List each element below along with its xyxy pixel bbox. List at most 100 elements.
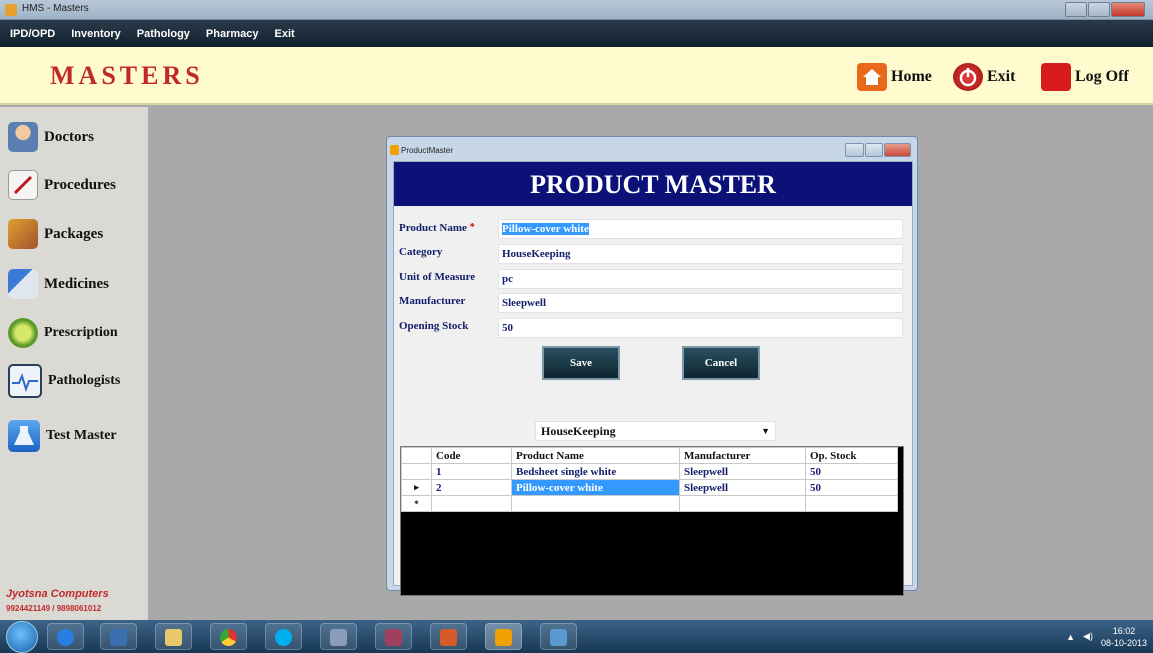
unit-label: Unit of Measure xyxy=(399,271,476,283)
dialog-title: ProductMaster xyxy=(401,146,454,155)
home-label: Home xyxy=(891,68,932,85)
exit-label: Exit xyxy=(987,68,1016,85)
clock-date: 08-10-2013 xyxy=(1100,637,1147,648)
manufacturer-input[interactable]: Sleepwell xyxy=(498,293,903,313)
sidebar-item-label: Prescription xyxy=(44,325,118,340)
product-name-label-text: Product Name xyxy=(399,222,467,234)
product-name-input[interactable]: Pillow-cover white xyxy=(498,219,903,239)
sidebar-item-prescription[interactable]: Prescription xyxy=(8,318,118,348)
start-button[interactable] xyxy=(6,621,38,653)
table-new-row[interactable]: * xyxy=(401,495,898,512)
product-master-dialog: ProductMaster PRODUCT MASTER Product Nam… xyxy=(386,136,918,596)
menu-ipd-opd[interactable]: IPD/OPD xyxy=(10,28,55,40)
cell-product-name[interactable] xyxy=(511,495,680,512)
flask-icon xyxy=(8,420,40,452)
footer-company: Jyotsna Computers xyxy=(6,588,109,600)
logoff-button[interactable]: Log Off xyxy=(1041,61,1129,93)
sidebar-item-label: Pathologists xyxy=(48,373,121,388)
sidebar-item-label: Packages xyxy=(44,225,104,242)
sidebar-item-procedures[interactable]: Procedures xyxy=(8,170,116,200)
cancel-button[interactable]: Cancel xyxy=(682,346,760,380)
table-row-selected[interactable]: ▸ 2 Pillow-cover white Sleepwell 50 xyxy=(401,479,898,496)
dialog-maximize-button[interactable] xyxy=(864,143,884,157)
cell-op-stock[interactable]: 50 xyxy=(805,463,898,480)
unit-input[interactable]: pc xyxy=(498,269,903,289)
box-icon xyxy=(8,219,38,249)
monitor-pulse-icon xyxy=(8,364,42,398)
taskbar-ie[interactable] xyxy=(47,623,84,650)
table-row[interactable]: 1 Bedsheet single white Sleepwell 50 xyxy=(401,463,898,480)
column-header-code[interactable]: Code xyxy=(431,447,512,464)
app-icon xyxy=(5,4,17,16)
manufacturer-label: Manufacturer xyxy=(399,295,466,307)
cell-code[interactable]: 2 xyxy=(431,479,512,496)
window-controls xyxy=(1065,2,1145,17)
cell-code[interactable]: 1 xyxy=(431,463,512,480)
menu-pathology[interactable]: Pathology xyxy=(137,28,190,40)
taskbar-powerpoint[interactable] xyxy=(430,623,467,650)
menu-pharmacy[interactable]: Pharmacy xyxy=(206,28,259,40)
row-header-current-icon[interactable]: ▸ xyxy=(401,479,432,496)
taskbar-hms-app[interactable] xyxy=(485,623,522,650)
opening-stock-input[interactable]: 50 xyxy=(498,318,903,338)
sidebar-item-label: Test Master xyxy=(46,428,117,443)
column-header-product-name[interactable]: Product Name xyxy=(511,447,680,464)
taskbar-winrar[interactable] xyxy=(375,623,412,650)
sidebar-item-packages[interactable]: Packages xyxy=(8,219,103,249)
sidebar-item-doctors[interactable]: Doctors xyxy=(8,122,94,152)
sidebar-item-label: Procedures xyxy=(44,176,116,193)
menu-inventory[interactable]: Inventory xyxy=(71,28,121,40)
save-button[interactable]: Save xyxy=(542,346,620,380)
dialog-banner: PRODUCT MASTER xyxy=(394,162,912,206)
dialog-close-button[interactable] xyxy=(884,143,912,157)
cell-manufacturer[interactable]: Sleepwell xyxy=(679,463,806,480)
cell-product-name[interactable]: Pillow-cover white xyxy=(511,479,680,496)
sidebar-item-label: Doctors xyxy=(44,128,94,145)
close-button[interactable] xyxy=(1111,2,1145,17)
prescription-icon xyxy=(8,318,38,348)
taskbar-paint[interactable] xyxy=(320,623,357,650)
product-name-label: Product Name * xyxy=(399,222,475,234)
sidebar-item-label: Medicines xyxy=(44,275,109,292)
cell-manufacturer[interactable] xyxy=(679,495,806,512)
taskbar-window[interactable] xyxy=(540,623,577,650)
home-icon xyxy=(857,63,887,91)
system-tray: ▲ ◀) 16:02 08-10-2013 xyxy=(1066,620,1147,653)
menu-exit[interactable]: Exit xyxy=(275,28,295,40)
new-row-marker[interactable]: * xyxy=(401,495,432,512)
column-header-manufacturer[interactable]: Manufacturer xyxy=(679,447,806,464)
cell-code[interactable] xyxy=(431,495,512,512)
taskbar: ▲ ◀) 16:02 08-10-2013 xyxy=(0,620,1153,653)
taskbar-skype[interactable] xyxy=(265,623,302,650)
media-icon xyxy=(110,629,127,646)
doctor-icon xyxy=(8,122,38,152)
tray-volume-icon[interactable]: ◀) xyxy=(1083,631,1093,642)
cell-op-stock[interactable] xyxy=(805,495,898,512)
row-header-corner xyxy=(401,447,432,464)
paint-icon xyxy=(330,629,347,646)
taskbar-media[interactable] xyxy=(100,623,137,650)
products-table: Code Product Name Manufacturer Op. Stock… xyxy=(401,447,898,512)
home-button[interactable]: Home xyxy=(857,61,932,93)
row-header[interactable] xyxy=(401,463,432,480)
minimize-button[interactable] xyxy=(1065,2,1087,17)
taskbar-explorer[interactable] xyxy=(155,623,192,650)
cell-manufacturer[interactable]: Sleepwell xyxy=(679,479,806,496)
cell-product-name[interactable]: Bedsheet single white xyxy=(511,463,680,480)
dialog-window-controls xyxy=(845,143,912,157)
clock[interactable]: 16:02 08-10-2013 xyxy=(1101,625,1147,649)
sidebar-item-medicines[interactable]: Medicines xyxy=(8,269,109,299)
tray-network-icon[interactable]: ▲ xyxy=(1066,632,1075,642)
column-header-op-stock[interactable]: Op. Stock xyxy=(805,447,898,464)
table-header-row: Code Product Name Manufacturer Op. Stock xyxy=(401,447,898,464)
product-name-value: Pillow-cover white xyxy=(502,223,589,235)
category-filter-dropdown[interactable]: HouseKeeping ▼ xyxy=(535,421,776,441)
taskbar-chrome[interactable] xyxy=(210,623,247,650)
category-input[interactable]: HouseKeeping xyxy=(498,244,903,264)
dialog-minimize-button[interactable] xyxy=(845,143,864,157)
sidebar-item-test-master[interactable]: Test Master xyxy=(8,420,117,452)
exit-button[interactable]: Exit xyxy=(953,61,1015,93)
sidebar-item-pathologists[interactable]: Pathologists xyxy=(8,364,120,398)
cell-op-stock[interactable]: 50 xyxy=(805,479,898,496)
maximize-button[interactable] xyxy=(1088,2,1110,17)
